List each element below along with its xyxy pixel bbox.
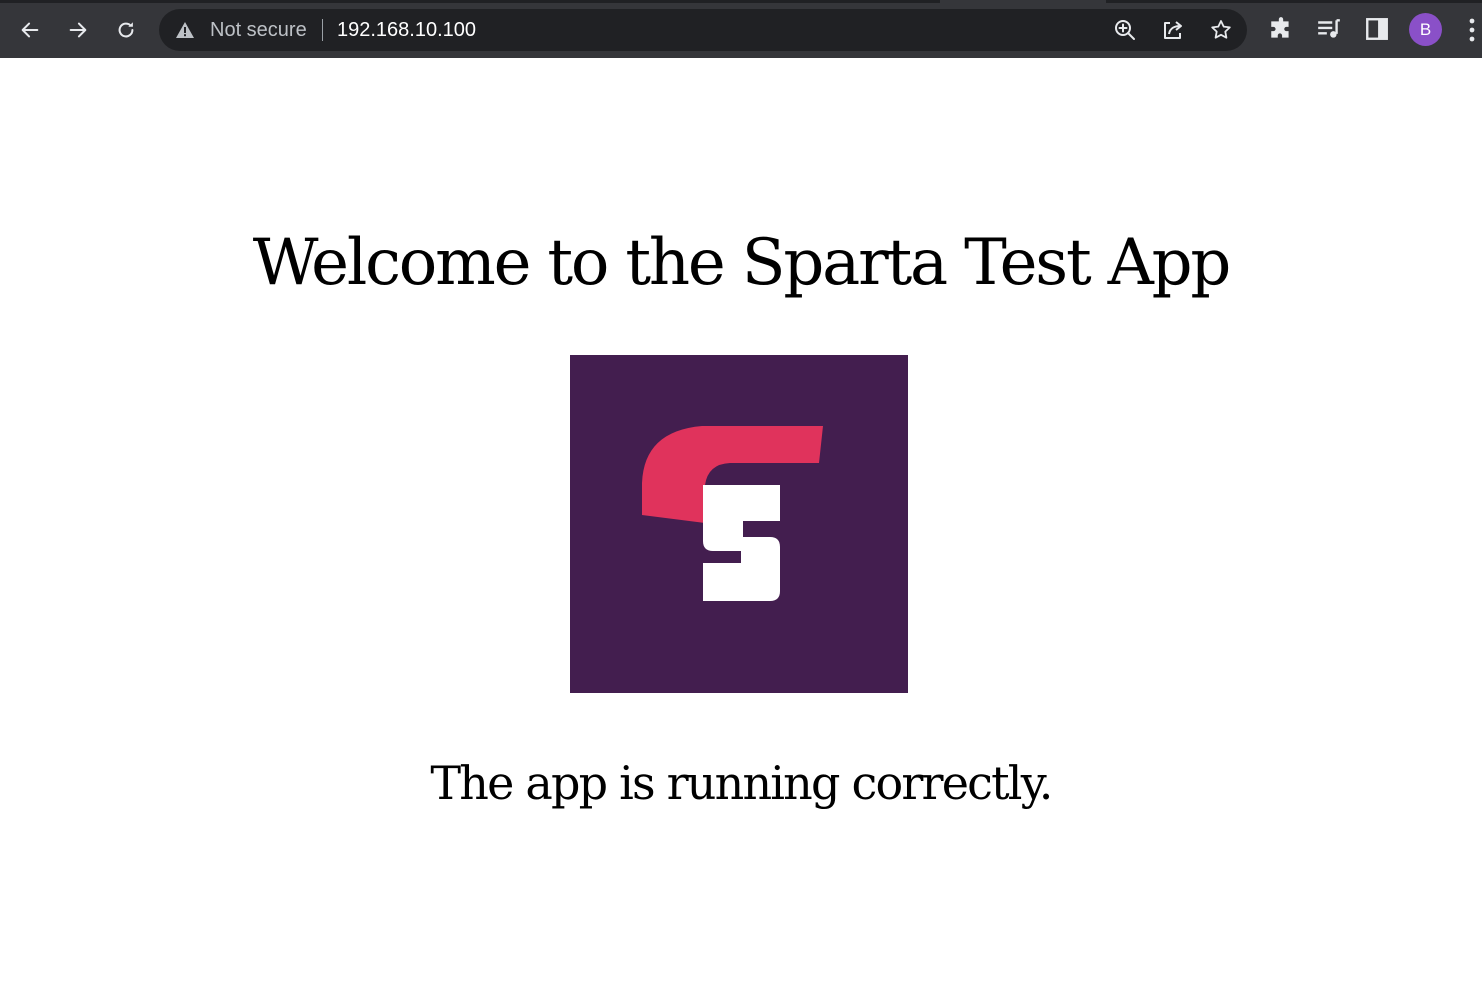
logo-letter-s xyxy=(703,485,780,601)
sparta-logo xyxy=(570,355,908,693)
forward-button[interactable] xyxy=(60,12,96,48)
reload-icon xyxy=(118,22,134,38)
media-queue-icon[interactable] xyxy=(1316,16,1342,42)
reload-button[interactable] xyxy=(108,12,144,48)
profile-avatar[interactable]: B xyxy=(1409,13,1442,46)
back-arrow-icon xyxy=(21,22,39,38)
zoom-icon[interactable] xyxy=(1113,18,1137,42)
puzzle-icon[interactable] xyxy=(1268,16,1294,42)
address-bar[interactable]: Not secure 192.168.10.100 xyxy=(159,9,1247,51)
status-message: The app is running correctly. xyxy=(430,756,1053,810)
back-button[interactable] xyxy=(12,12,48,48)
share-icon[interactable] xyxy=(1161,18,1185,42)
star-icon[interactable] xyxy=(1209,18,1233,42)
kebab-menu-icon[interactable] xyxy=(1462,14,1482,46)
omnibox-divider xyxy=(322,19,323,41)
browser-toolbar: Not secure 192.168.10.100 B xyxy=(0,0,1482,58)
security-status-label[interactable]: Not secure xyxy=(210,9,307,51)
page-title: Welcome to the Sparta Test App xyxy=(252,226,1232,300)
url-text[interactable]: 192.168.10.100 xyxy=(337,9,476,51)
warning-triangle-icon[interactable] xyxy=(175,20,195,40)
forward-arrow-icon xyxy=(69,22,87,38)
active-tab-edge xyxy=(940,0,1106,3)
side-panel-icon[interactable] xyxy=(1364,16,1390,42)
page-content: Welcome to the Sparta Test App The app i… xyxy=(0,58,1482,1000)
tab-strip xyxy=(0,0,1482,3)
